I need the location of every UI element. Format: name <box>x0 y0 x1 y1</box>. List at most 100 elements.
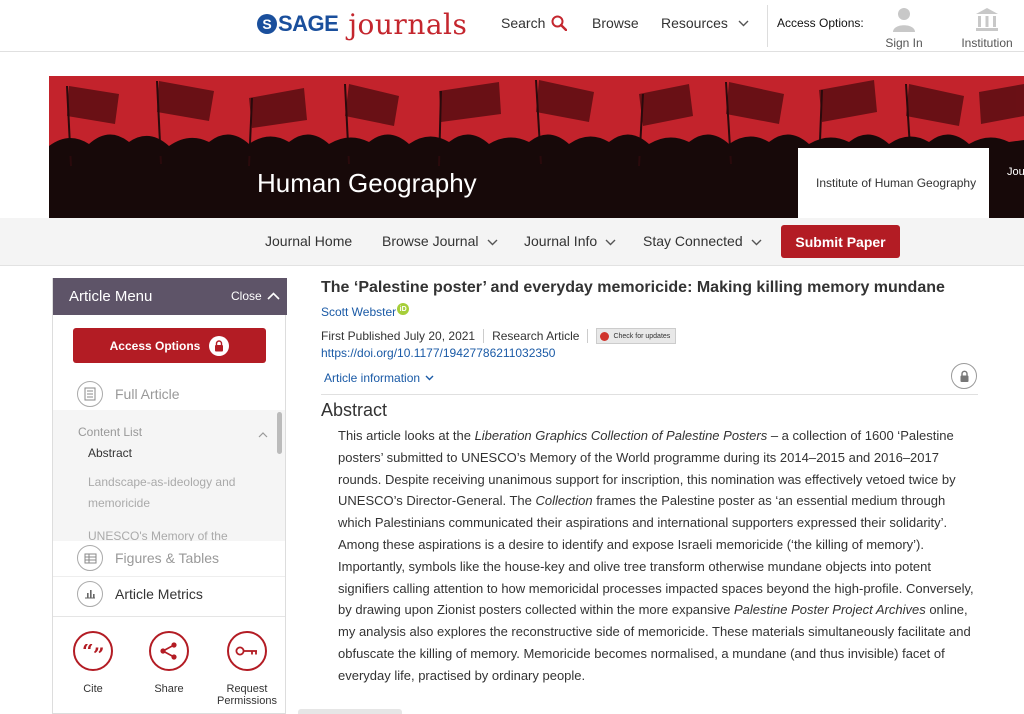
stay-connected-menu[interactable]: Stay Connected <box>643 233 762 249</box>
full-article-link[interactable]: Full Article <box>53 377 285 411</box>
cite-button[interactable]: “” Cite <box>53 631 133 695</box>
stay-connected-label: Stay Connected <box>643 233 743 249</box>
key-icon <box>227 631 267 671</box>
sage-logo-icon: S <box>257 14 277 34</box>
browse-journal-menu[interactable]: Browse Journal <box>382 233 498 249</box>
browse-journal-label: Browse Journal <box>382 233 479 249</box>
chevron-down-icon <box>487 233 498 249</box>
check-for-updates-label: Check for updates <box>613 332 671 340</box>
share-icon <box>149 631 189 671</box>
figures-tables-label: Figures & Tables <box>115 550 220 566</box>
nav-search[interactable]: Search <box>501 15 568 31</box>
share-label: Share <box>154 683 184 695</box>
check-for-updates-button[interactable]: Check for updates <box>596 328 677 344</box>
share-button[interactable]: Share <box>129 631 209 695</box>
search-icon <box>551 15 568 31</box>
abstract-text: This article looks at the Liberation Gra… <box>338 425 978 687</box>
logo-sage-text: SAGE <box>278 11 339 36</box>
abstract-text-part: frames the Palestine poster as ‘an essen… <box>338 493 974 618</box>
orcid-icon[interactable]: iD <box>397 303 410 315</box>
article-information-label: Article information <box>324 371 421 385</box>
access-options-button[interactable]: Access Options <box>73 328 266 363</box>
site-header: S SAGE journals Search Browse Resources … <box>0 0 1024 52</box>
abstract-heading: Abstract <box>321 400 388 420</box>
sage-journals-logo[interactable]: S SAGE journals <box>257 7 468 41</box>
table-icon <box>77 545 103 571</box>
chevron-down-icon <box>605 233 616 249</box>
submit-paper-button[interactable]: Submit Paper <box>781 225 900 258</box>
abstract-italic-part: Liberation Graphics Collection of Palest… <box>474 428 768 443</box>
institute-label: Institute of Human Geography <box>816 176 977 190</box>
request-permissions-button[interactable]: Request Permissions <box>207 631 287 707</box>
sign-in-label: Sign In <box>885 36 923 50</box>
section-divider <box>321 394 978 395</box>
article-metrics-link[interactable]: Article Metrics <box>53 576 285 610</box>
close-menu-button[interactable]: Close <box>231 289 280 303</box>
lock-icon[interactable] <box>951 363 977 389</box>
doi-link[interactable]: https://doi.org/10.1177/1942778621103235… <box>321 346 555 360</box>
abstract-text-part: This article looks at the <box>338 428 475 443</box>
first-published: First Published July 20, 2021 <box>321 329 476 343</box>
nav-resources-label: Resources <box>661 15 728 31</box>
content-list-heading: Content List <box>78 425 143 439</box>
request-permissions-label: Request Permissions <box>217 683 277 707</box>
article-metrics-label: Article Metrics <box>115 585 203 602</box>
author-name: Scott Webster <box>321 305 397 319</box>
meta-divider <box>483 329 485 343</box>
abstract-italic-part: Palestine Poster Project Archives <box>734 602 926 618</box>
content-list-item[interactable]: UNESCO's Memory of the World <box>88 526 253 541</box>
institute-tab[interactable]: Institute of Human Geography <box>798 148 989 218</box>
author-link[interactable]: Scott Webster iD <box>321 303 410 319</box>
chevron-up-icon <box>267 292 280 300</box>
full-article-label: Full Article <box>115 386 180 402</box>
user-icon <box>874 6 934 32</box>
journal-nav: Journal Home Browse Journal Journal Info… <box>0 218 1024 266</box>
header-divider <box>767 5 768 47</box>
banner-tab-cut[interactable]: Jou <box>1007 166 1024 178</box>
article-menu: Article Menu Close Access Options Full A… <box>52 278 287 714</box>
meta-divider <box>587 329 589 343</box>
access-options-label: Access Options: <box>777 16 864 30</box>
quote-icon: “” <box>73 631 113 671</box>
chevron-down-icon <box>738 20 749 27</box>
nav-search-label: Search <box>501 15 546 31</box>
submit-paper-label: Submit Paper <box>795 233 886 250</box>
bar-chart-icon <box>77 580 103 607</box>
content-list-item[interactable]: Abstract <box>88 443 253 464</box>
crossmark-icon <box>600 331 610 341</box>
institution-button[interactable]: Institution <box>957 6 1017 50</box>
figures-tables-link[interactable]: Figures & Tables <box>53 541 285 575</box>
journal-home-label: Journal Home <box>265 233 353 249</box>
close-label: Close <box>231 289 262 303</box>
nav-browse[interactable]: Browse <box>592 15 639 31</box>
chevron-up-icon[interactable] <box>258 425 268 443</box>
sign-in-button[interactable]: Sign In <box>874 6 934 50</box>
cite-label: Cite <box>83 683 103 695</box>
article-meta: First Published July 20, 2021 Research A… <box>321 328 677 344</box>
institution-label: Institution <box>961 36 1013 50</box>
content-list: Content List Abstract Landscape-as-ideol… <box>53 410 285 541</box>
content-list-scrollbar[interactable] <box>277 412 282 454</box>
nav-browse-label: Browse <box>592 15 639 31</box>
article-tools: “” Cite Share Request Permissions <box>53 616 285 714</box>
abstract-italic-part: Collection <box>535 493 593 509</box>
article-information-toggle[interactable]: Article information <box>324 371 434 385</box>
journal-info-label: Journal Info <box>524 233 598 249</box>
nav-resources[interactable]: Resources <box>661 15 749 31</box>
chevron-down-icon <box>751 233 762 249</box>
content-list-item[interactable]: Landscape-as-ideology and memoricide <box>88 472 253 514</box>
logo-journals-text: journals <box>348 7 468 41</box>
article-menu-title: Article Menu <box>69 288 153 305</box>
journal-banner: Human Geography Institute of Human Geogr… <box>49 76 1024 218</box>
svg-text:”: ” <box>93 644 104 658</box>
journal-title[interactable]: Human Geography <box>257 168 477 199</box>
access-options-label: Access Options <box>109 338 201 353</box>
svg-text:“: “ <box>82 644 94 658</box>
journal-info-menu[interactable]: Journal Info <box>524 233 616 249</box>
lock-icon <box>209 335 230 356</box>
article-menu-header: Article Menu Close <box>53 278 287 315</box>
chevron-down-icon <box>425 375 434 381</box>
institution-icon <box>957 6 1017 32</box>
journal-home-link[interactable]: Journal Home <box>265 233 352 249</box>
article-title: The ‘Palestine poster’ and everyday memo… <box>321 279 945 296</box>
